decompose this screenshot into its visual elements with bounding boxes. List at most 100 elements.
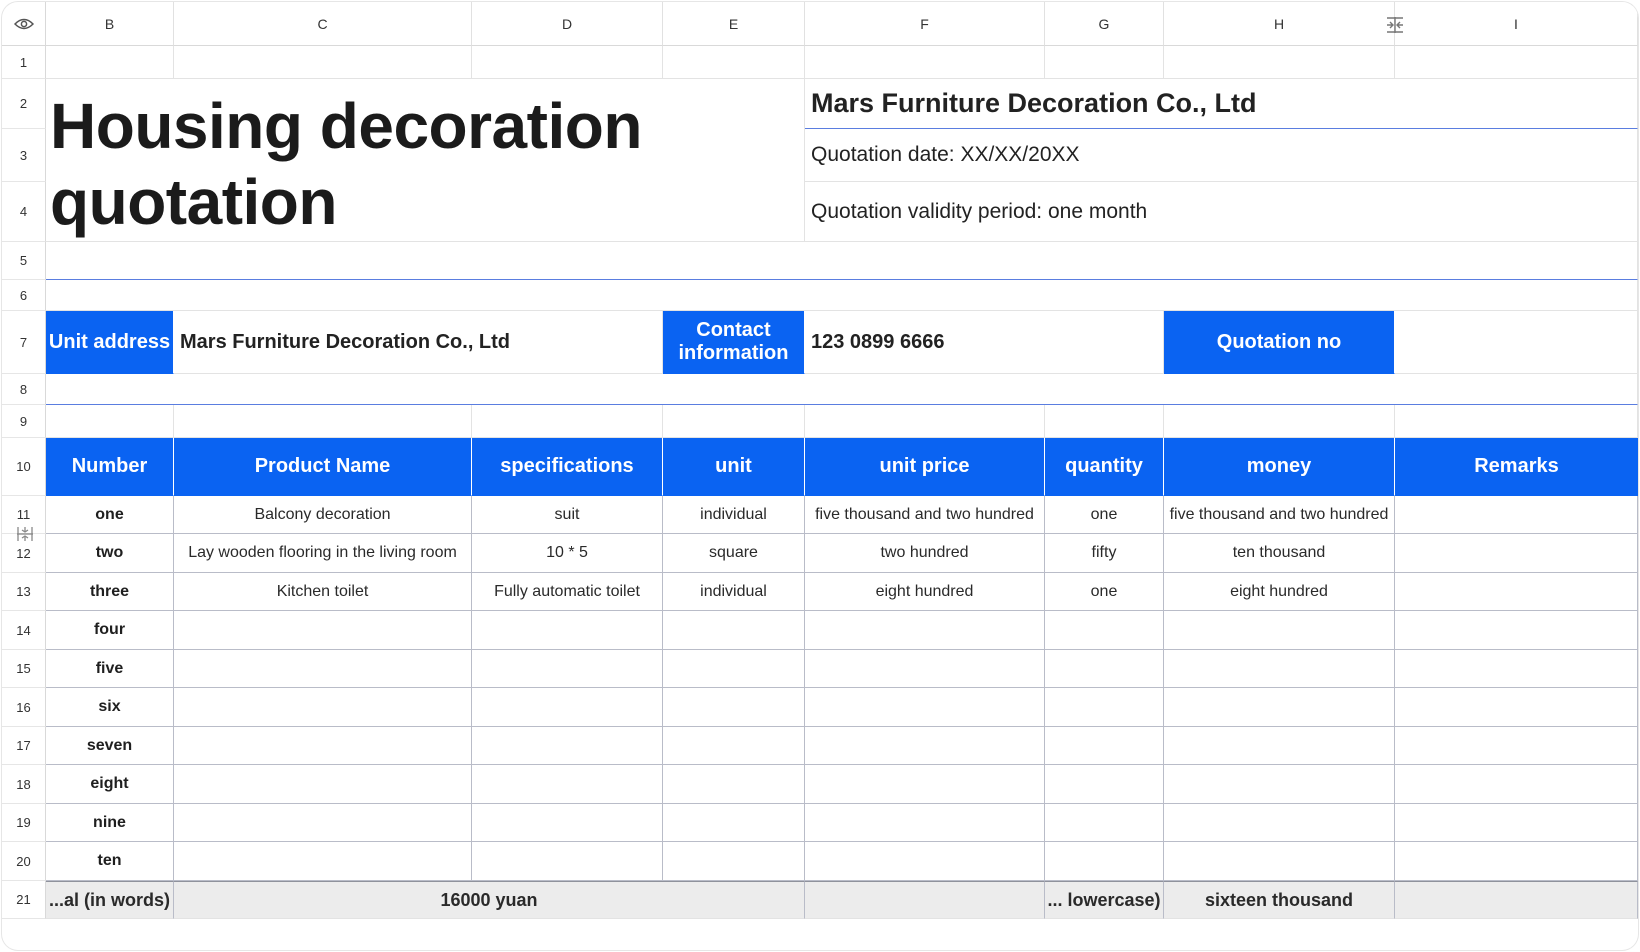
table-cell-money[interactable] — [1164, 650, 1395, 688]
table-header-specifications[interactable]: specifications — [472, 438, 663, 496]
table-cell-number[interactable]: two — [46, 534, 174, 573]
table-cell-specifications[interactable] — [472, 804, 663, 842]
table-cell-money[interactable] — [1164, 611, 1395, 650]
table-cell-unit-price[interactable]: two hundred — [805, 534, 1045, 573]
row8-merged-cell[interactable] — [46, 374, 1638, 405]
table-header-quantity[interactable]: quantity — [1045, 438, 1164, 496]
unit-address-value-cell[interactable]: Mars Furniture Decoration Co., Ltd — [174, 311, 663, 374]
table-cell-remarks[interactable] — [1395, 765, 1638, 804]
table-cell-specifications[interactable] — [472, 688, 663, 727]
cell-d9[interactable] — [472, 405, 663, 438]
contact-value-cell[interactable]: 123 0899 6666 — [805, 311, 1164, 374]
cell-e1[interactable] — [663, 46, 805, 79]
table-cell-remarks[interactable] — [1395, 573, 1638, 611]
select-all-corner[interactable] — [2, 2, 46, 46]
table-cell-product-name[interactable] — [174, 727, 472, 765]
cell-b9[interactable] — [46, 405, 174, 438]
table-cell-unit-price[interactable] — [805, 727, 1045, 765]
total-words-value[interactable]: 16000 yuan — [174, 881, 805, 919]
cell-d1[interactable] — [472, 46, 663, 79]
row6-merged-cell[interactable] — [46, 280, 1638, 311]
cell-g9[interactable] — [1045, 405, 1164, 438]
table-cell-specifications[interactable] — [472, 650, 663, 688]
table-cell-unit-price[interactable] — [805, 611, 1045, 650]
quotation-date-cell[interactable]: Quotation date: XX/XX/20XX — [805, 129, 1638, 182]
cell-i1[interactable] — [1395, 46, 1638, 79]
table-cell-quantity[interactable]: one — [1045, 573, 1164, 611]
col-header-f[interactable]: F — [805, 2, 1045, 46]
col-header-d[interactable]: D — [472, 2, 663, 46]
total-blank-cell[interactable] — [805, 881, 1045, 919]
table-cell-unit[interactable] — [663, 842, 805, 881]
table-cell-product-name[interactable] — [174, 611, 472, 650]
total-remarks-cell[interactable] — [1395, 881, 1638, 919]
table-cell-product-name[interactable]: Balcony decoration — [174, 496, 472, 534]
table-cell-unit-price[interactable] — [805, 804, 1045, 842]
row-header-19[interactable]: 19 — [2, 804, 46, 842]
table-cell-number[interactable]: one — [46, 496, 174, 534]
row-header-14[interactable]: 14 — [2, 611, 46, 650]
table-cell-specifications[interactable] — [472, 842, 663, 881]
table-cell-money[interactable] — [1164, 842, 1395, 881]
table-cell-remarks[interactable] — [1395, 650, 1638, 688]
table-cell-money[interactable]: eight hundred — [1164, 573, 1395, 611]
col-header-i[interactable]: I — [1395, 2, 1638, 46]
table-cell-unit[interactable] — [663, 611, 805, 650]
table-cell-unit[interactable]: square — [663, 534, 805, 573]
row-header-10[interactable]: 10 — [2, 438, 46, 496]
col-header-g[interactable]: G — [1045, 2, 1164, 46]
company-name-cell[interactable]: Mars Furniture Decoration Co., Ltd — [805, 79, 1638, 129]
total-lowercase-value[interactable]: sixteen thousand — [1164, 881, 1395, 919]
cell-g1[interactable] — [1045, 46, 1164, 79]
table-cell-unit[interactable]: individual — [663, 496, 805, 534]
table-cell-quantity[interactable] — [1045, 804, 1164, 842]
table-header-product-name[interactable]: Product Name — [174, 438, 472, 496]
cell-i9[interactable] — [1395, 405, 1638, 438]
col-header-e[interactable]: E — [663, 2, 805, 46]
table-cell-specifications[interactable] — [472, 765, 663, 804]
table-cell-remarks[interactable] — [1395, 688, 1638, 727]
table-cell-unit-price[interactable] — [805, 650, 1045, 688]
cell-c1[interactable] — [174, 46, 472, 79]
table-cell-specifications[interactable]: 10 * 5 — [472, 534, 663, 573]
table-cell-unit[interactable]: individual — [663, 573, 805, 611]
row-header-18[interactable]: 18 — [2, 765, 46, 804]
table-cell-money[interactable] — [1164, 688, 1395, 727]
table-cell-number[interactable]: five — [46, 650, 174, 688]
table-cell-money[interactable]: ten thousand — [1164, 534, 1395, 573]
column-resize-icon[interactable] — [1384, 16, 1406, 39]
table-cell-product-name[interactable]: Kitchen toilet — [174, 573, 472, 611]
table-cell-unit-price[interactable] — [805, 688, 1045, 727]
table-cell-quantity[interactable] — [1045, 611, 1164, 650]
table-cell-product-name[interactable] — [174, 842, 472, 881]
table-cell-product-name[interactable] — [174, 765, 472, 804]
table-cell-unit[interactable] — [663, 727, 805, 765]
row-header-9[interactable]: 9 — [2, 405, 46, 438]
table-cell-number[interactable]: seven — [46, 727, 174, 765]
validity-cell[interactable]: Quotation validity period: one month — [805, 182, 1638, 242]
col-header-b[interactable]: B — [46, 2, 174, 46]
table-cell-quantity[interactable] — [1045, 842, 1164, 881]
table-cell-quantity[interactable] — [1045, 688, 1164, 727]
table-cell-product-name[interactable] — [174, 650, 472, 688]
table-header-unit[interactable]: unit — [663, 438, 805, 496]
table-cell-number[interactable]: ten — [46, 842, 174, 881]
cell-h9[interactable] — [1164, 405, 1395, 438]
table-cell-specifications[interactable]: Fully automatic toilet — [472, 573, 663, 611]
table-cell-remarks[interactable] — [1395, 534, 1638, 573]
row-header-16[interactable]: 16 — [2, 688, 46, 727]
table-cell-product-name[interactable] — [174, 804, 472, 842]
row-header-21[interactable]: 21 — [2, 881, 46, 919]
table-cell-unit-price[interactable]: eight hundred — [805, 573, 1045, 611]
row-header-1[interactable]: 1 — [2, 46, 46, 79]
table-cell-quantity[interactable] — [1045, 650, 1164, 688]
table-cell-remarks[interactable] — [1395, 842, 1638, 881]
table-header-number[interactable]: Number — [46, 438, 174, 496]
row-header-8[interactable]: 8 — [2, 374, 46, 405]
col-header-c[interactable]: C — [174, 2, 472, 46]
cell-h1[interactable] — [1164, 46, 1395, 79]
table-cell-number[interactable]: four — [46, 611, 174, 650]
row-header-17[interactable]: 17 — [2, 727, 46, 765]
table-cell-unit-price[interactable] — [805, 842, 1045, 881]
table-header-money[interactable]: money — [1164, 438, 1395, 496]
